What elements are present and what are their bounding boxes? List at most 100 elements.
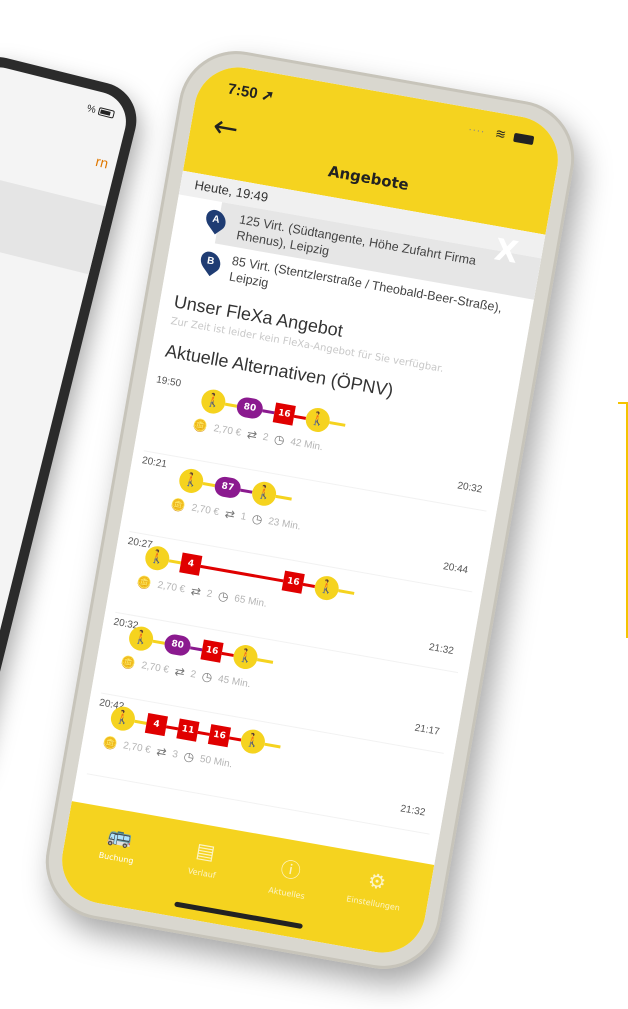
walk-icon: 🚶: [239, 727, 267, 756]
transfer-icon: ⇄: [155, 744, 168, 760]
transfer-icon: ⇄: [223, 506, 237, 522]
info-icon: ⓘ: [278, 856, 303, 884]
route-connector: [338, 588, 355, 595]
route-connector: [190, 645, 203, 651]
route-duration: 65 Min.: [233, 592, 268, 610]
route-connector: [302, 582, 316, 588]
coins-icon: 🪙: [191, 417, 210, 434]
route-arrival: 21:32: [427, 641, 455, 658]
route-connector: [200, 564, 284, 582]
route-connector: [224, 402, 238, 408]
gear-icon: ⚙: [366, 867, 388, 895]
clock-icon: ◷: [273, 431, 286, 448]
background-orange-text: rn: [94, 153, 111, 172]
walk-icon: 🚶: [109, 704, 137, 733]
route-transfers: 2: [261, 431, 270, 444]
tram-line-badge: 4: [179, 552, 203, 576]
tab-buchung[interactable]: 🚌 Buchung: [65, 817, 165, 913]
coins-icon: 🪙: [169, 496, 187, 514]
route-connector: [168, 558, 182, 564]
route-connector: [329, 420, 346, 427]
route-connector: [152, 639, 165, 645]
pin-b-icon: B: [196, 247, 225, 277]
tab-label: Aktuelles: [267, 885, 306, 901]
route-transfers: 1: [239, 510, 248, 523]
walk-icon: 🚶: [199, 387, 228, 416]
route-connector: [293, 414, 307, 420]
route-connector: [262, 408, 275, 414]
battery-icon: [513, 132, 535, 146]
coins-icon: 🪙: [135, 574, 153, 591]
back-button[interactable]: ←: [210, 109, 241, 148]
tram-line-badge: 16: [272, 402, 296, 426]
background-battery-icon: [97, 107, 115, 120]
clock-icon: ◷: [216, 588, 230, 605]
route-transfers: 2: [205, 587, 214, 600]
content: Heute, 19:49 A 125 Virt. (Südtangente, H…: [71, 170, 546, 865]
route-connector: [134, 719, 147, 725]
tram-line-badge: 11: [176, 718, 200, 742]
walk-icon: 🚶: [312, 574, 341, 602]
tab-label: Buchung: [97, 850, 135, 866]
walk-icon: 🚶: [231, 643, 260, 671]
route-duration: 23 Min.: [267, 515, 302, 533]
pin-b-label: B: [206, 255, 216, 268]
tram-line-badge: 16: [207, 724, 232, 748]
bus-icon: 🚌: [105, 821, 135, 850]
route-arrival: 20:32: [456, 480, 484, 496]
wifi-icon: ≋: [493, 126, 508, 144]
coins-icon: 🪙: [101, 734, 119, 752]
coins-icon: 🪙: [119, 654, 137, 671]
pin-a-label: A: [211, 213, 221, 226]
route-connector: [240, 488, 253, 494]
location-arrow-icon: ➚: [260, 86, 276, 106]
tab-einstellungen[interactable]: ⚙ Einstellungen: [322, 862, 422, 958]
walk-icon: 🚶: [303, 406, 332, 434]
route-duration: 45 Min.: [217, 673, 252, 690]
route-departure: 20:21: [141, 455, 168, 471]
route-connector: [264, 742, 281, 748]
walk-icon: 🚶: [250, 479, 279, 508]
transfer-icon: ⇄: [189, 583, 203, 600]
clock-icon: ◷: [200, 668, 214, 685]
tab-label: Verlauf: [187, 866, 217, 881]
background-status: %: [86, 103, 116, 120]
walk-icon: 🚶: [127, 624, 156, 653]
tab-aktuelles[interactable]: ⓘ Aktuelles: [236, 847, 336, 943]
bus-line-badge: 87: [213, 475, 243, 500]
phone-screen: 7:50 ➚ ···· ≋ ← Angebote X Heute, 19:49 …: [55, 60, 565, 960]
route-duration: 42 Min.: [289, 436, 324, 453]
tram-line-badge: 16: [200, 639, 224, 663]
route-arrival: 20:44: [442, 561, 469, 577]
route-connector: [229, 735, 242, 741]
route-transfers: 2: [189, 668, 198, 681]
history-icon: ▤: [194, 837, 218, 865]
route-connector: [257, 657, 274, 664]
route-arrival: 21:17: [413, 722, 441, 738]
route-price: 2,70 €: [190, 501, 220, 518]
route-connector: [197, 730, 210, 736]
route-connector: [202, 481, 216, 487]
route-transfers: 3: [171, 748, 179, 761]
bus-line-badge: 80: [162, 632, 193, 658]
background-battery-percent: %: [85, 103, 97, 117]
route-departure: 19:50: [155, 374, 182, 390]
clock-icon: ◷: [250, 511, 264, 527]
route-price: 2,70 €: [156, 579, 187, 595]
tram-line-badge: 4: [144, 713, 168, 737]
tram-line-badge: 16: [281, 570, 305, 594]
bus-line-badge: 80: [235, 395, 265, 421]
route-connector: [275, 494, 292, 501]
walk-icon: 🚶: [143, 544, 172, 573]
status-time: 7:50 ➚: [226, 79, 275, 105]
transfer-icon: ⇄: [173, 664, 186, 680]
route-price: 2,70 €: [212, 422, 243, 439]
signal-icon: ····: [467, 124, 486, 139]
route-price: 2,70 €: [122, 739, 152, 756]
route-price: 2,70 €: [140, 659, 170, 676]
transfer-icon: ⇄: [245, 427, 259, 443]
route-connector: [221, 651, 234, 657]
clock-icon: ◷: [182, 748, 196, 765]
background-grey-panel: [0, 167, 106, 275]
route-list: 19:50 🚶 80 16 🚶 🪙 2,70 € ⇄ 2 ◷ 42 Min. 20:32 20:21 🚶 8…: [77, 361, 512, 837]
